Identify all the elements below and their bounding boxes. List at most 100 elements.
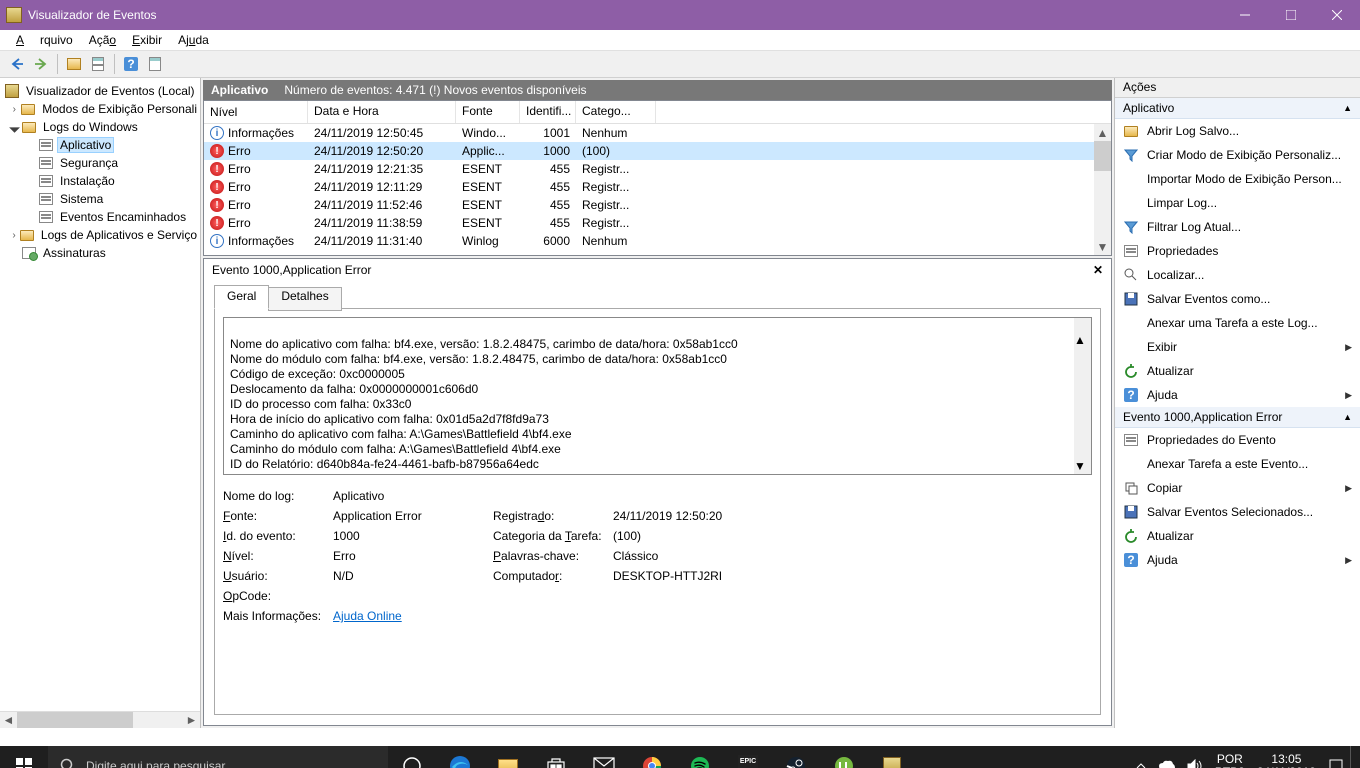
detail-title: Evento 1000,Application Error <box>212 263 371 277</box>
menu-file[interactable]: Arquivo <box>8 31 81 49</box>
actions-group-event[interactable]: Evento 1000,Application Error▲ <box>1115 407 1360 428</box>
epic-icon[interactable]: EPIC <box>724 746 772 768</box>
tray-volume-icon[interactable] <box>1181 746 1209 768</box>
properties-icon <box>1123 432 1139 448</box>
chrome-icon[interactable] <box>628 746 676 768</box>
detail-close-button[interactable]: ✕ <box>1093 263 1103 277</box>
tree-windows-logs[interactable]: ◢Logs do Windows <box>0 118 200 136</box>
action-item[interactable]: Localizar... <box>1115 263 1360 287</box>
minimize-button[interactable] <box>1222 0 1268 30</box>
list-vscroll[interactable]: ▲▼ <box>1094 124 1111 255</box>
help-button[interactable]: ? <box>120 53 142 75</box>
action-item[interactable]: ?Ajuda▶ <box>1115 548 1360 572</box>
tree-subscriptions[interactable]: Assinaturas <box>0 244 200 262</box>
menu-view[interactable]: Exibir <box>124 31 170 49</box>
search-icon <box>60 758 76 768</box>
event-row[interactable]: !Erro24/11/2019 12:50:20Applic...1000(10… <box>204 142 1111 160</box>
event-detail: Evento 1000,Application Error ✕ Geral De… <box>203 258 1112 726</box>
properties-icon <box>1123 243 1139 259</box>
error-icon: ! <box>210 162 224 176</box>
save-icon <box>1123 504 1139 520</box>
titlebar: Visualizador de Eventos <box>0 0 1360 30</box>
action-item[interactable]: Atualizar <box>1115 359 1360 383</box>
taskbar-search[interactable]: Digite aqui para pesquisar <box>48 746 388 768</box>
event-list-header[interactable]: Nível Data e Hora Fonte Identifi... Cate… <box>204 101 1111 124</box>
back-button[interactable] <box>6 53 28 75</box>
spotify-icon[interactable] <box>676 746 724 768</box>
action-item[interactable]: Atualizar <box>1115 524 1360 548</box>
error-icon: ! <box>210 180 224 194</box>
tree-security[interactable]: Segurança <box>0 154 200 172</box>
event-row[interactable]: !Erro24/11/2019 11:52:46ESENT455Registr.… <box>204 196 1111 214</box>
tree-application[interactable]: Aplicativo <box>0 136 200 154</box>
maximize-button[interactable] <box>1268 0 1314 30</box>
event-properties: Nome do log:Aplicativo Fonte:Application… <box>223 489 1092 623</box>
tree-setup[interactable]: Instalação <box>0 172 200 190</box>
tree-root[interactable]: Visualizador de Eventos (Local) <box>0 82 200 100</box>
filter-icon <box>1123 219 1139 235</box>
tab-general[interactable]: Geral <box>214 285 269 309</box>
center-pane: Aplicativo Número de eventos: 4.471 (!) … <box>201 78 1114 728</box>
error-icon: ! <box>210 144 224 158</box>
store-icon[interactable] <box>532 746 580 768</box>
tree-hscroll[interactable]: ◄► <box>0 711 200 728</box>
save-icon <box>1123 291 1139 307</box>
steam-icon[interactable] <box>772 746 820 768</box>
event-row[interactable]: !Erro24/11/2019 12:21:35ESENT455Registr.… <box>204 160 1111 178</box>
utorrent-icon[interactable] <box>820 746 868 768</box>
explorer-icon[interactable] <box>484 746 532 768</box>
menu-action[interactable]: Ação <box>81 31 124 49</box>
tree-custom-views[interactable]: ›Modos de Exibição Personali <box>0 100 200 118</box>
action-item[interactable]: Salvar Eventos Selecionados... <box>1115 500 1360 524</box>
actions-group-app[interactable]: Aplicativo▲ <box>1115 98 1360 119</box>
online-help-link[interactable]: Ajuda Online <box>333 609 402 623</box>
refresh-icon <box>1123 363 1139 379</box>
action-item[interactable]: Propriedades <box>1115 239 1360 263</box>
window-title: Visualizador de Eventos <box>28 8 1222 22</box>
event-list: Nível Data e Hora Fonte Identifi... Cate… <box>203 100 1112 256</box>
info-icon: i <box>210 234 224 248</box>
action-item[interactable]: Limpar Log... <box>1115 191 1360 215</box>
action-item[interactable]: Exibir▶ <box>1115 335 1360 359</box>
show-tree-button[interactable] <box>63 53 85 75</box>
actions-header: Ações <box>1115 78 1360 98</box>
tab-details[interactable]: Detalhes <box>268 287 341 311</box>
close-button[interactable] <box>1314 0 1360 30</box>
help-icon: ? <box>1123 387 1139 403</box>
tray-notifications-icon[interactable] <box>1322 746 1350 768</box>
event-row[interactable]: iInformações24/11/2019 12:50:45Windo...1… <box>204 124 1111 142</box>
action-item[interactable]: Abrir Log Salvo... <box>1115 119 1360 143</box>
tray-clock[interactable]: 13:0524/11/2019 <box>1251 753 1322 768</box>
show-desktop-button[interactable] <box>1350 746 1356 768</box>
start-button[interactable] <box>0 746 48 768</box>
action-item[interactable]: Filtrar Log Atual... <box>1115 215 1360 239</box>
tree-app-services[interactable]: ›Logs de Aplicativos e Serviço <box>0 226 200 244</box>
action-item[interactable]: Criar Modo de Exibição Personaliz... <box>1115 143 1360 167</box>
event-message: Nome do aplicativo com falha: bf4.exe, v… <box>223 317 1092 475</box>
tray-onedrive-icon[interactable] <box>1153 746 1181 768</box>
tray-chevron-icon[interactable] <box>1129 746 1153 768</box>
properties2-button[interactable] <box>144 53 166 75</box>
properties-button[interactable] <box>87 53 109 75</box>
eventviewer-taskbar-icon[interactable] <box>868 746 916 768</box>
tree-system[interactable]: Sistema <box>0 190 200 208</box>
cortana-icon[interactable] <box>388 746 436 768</box>
mail-icon[interactable] <box>580 746 628 768</box>
action-item[interactable]: Copiar▶ <box>1115 476 1360 500</box>
action-icon <box>1123 315 1139 331</box>
tray-language[interactable]: PORPTB2 <box>1209 753 1251 768</box>
action-item[interactable]: Anexar Tarefa a este Evento... <box>1115 452 1360 476</box>
msg-vscroll[interactable]: ▲▼ <box>1074 318 1091 474</box>
forward-button[interactable] <box>30 53 52 75</box>
action-item[interactable]: ?Ajuda▶ <box>1115 383 1360 407</box>
event-row[interactable]: iInformações24/11/2019 11:31:40Winlog600… <box>204 232 1111 250</box>
event-row[interactable]: !Erro24/11/2019 11:38:59ESENT455Registr.… <box>204 214 1111 232</box>
tree-forwarded[interactable]: Eventos Encaminhados <box>0 208 200 226</box>
menu-help[interactable]: Ajuda <box>170 31 217 49</box>
action-item[interactable]: Importar Modo de Exibição Person... <box>1115 167 1360 191</box>
action-item[interactable]: Anexar uma Tarefa a este Log... <box>1115 311 1360 335</box>
action-item[interactable]: Salvar Eventos como... <box>1115 287 1360 311</box>
action-item[interactable]: Propriedades do Evento <box>1115 428 1360 452</box>
event-row[interactable]: !Erro24/11/2019 12:11:29ESENT455Registr.… <box>204 178 1111 196</box>
edge-icon[interactable] <box>436 746 484 768</box>
